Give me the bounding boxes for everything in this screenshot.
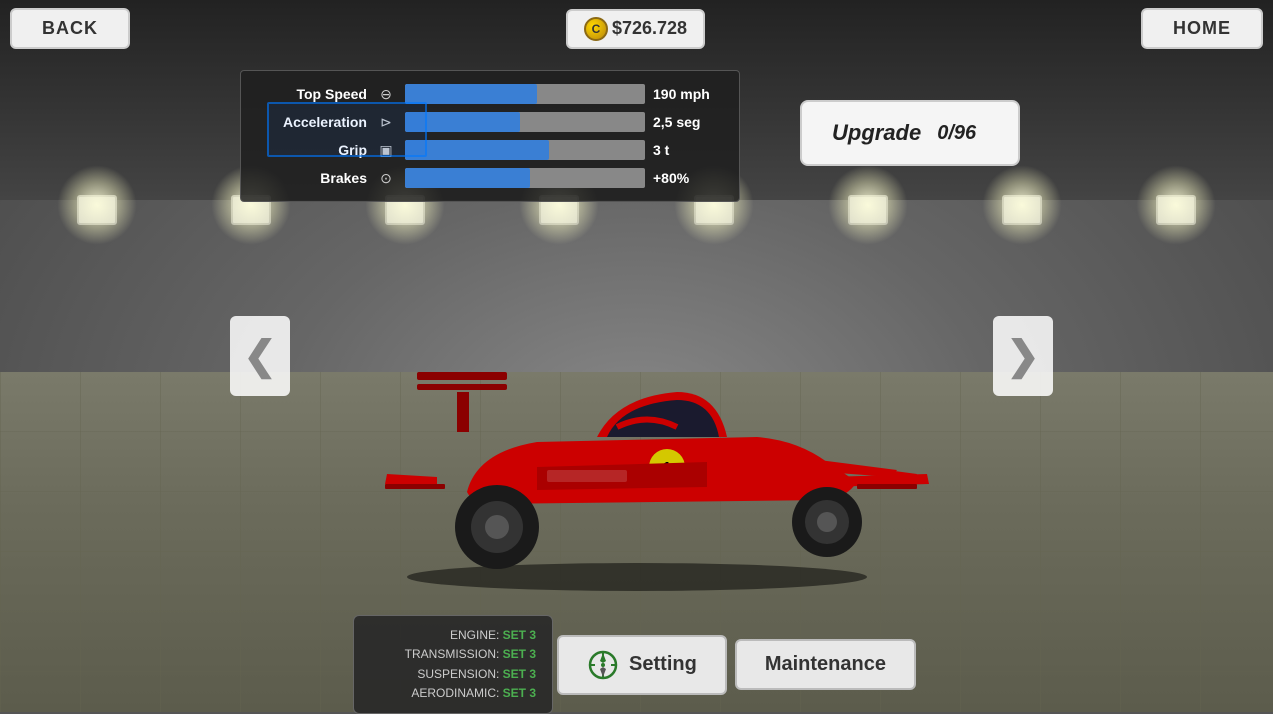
- next-arrow-icon: ❯: [1006, 333, 1040, 379]
- spotlight-1: [67, 195, 127, 255]
- top-speed-value: 190 mph: [653, 86, 723, 102]
- brakes-label: Brakes: [257, 170, 367, 186]
- f1-car-svg: 1: [337, 312, 937, 592]
- compass-icon: [587, 649, 619, 681]
- upgrade-label: Upgrade: [832, 120, 921, 146]
- top-speed-fill: [405, 84, 537, 104]
- car-settings-info: ENGINE: SET 3 TRANSMISSION: SET 3 SUSPEN…: [353, 615, 553, 714]
- spotlight-row: [0, 195, 1273, 255]
- stat-row-grip: Grip ▣ 3 t: [257, 139, 723, 161]
- currency-display: C $726.728: [566, 9, 705, 49]
- setting-button[interactable]: Setting: [557, 635, 727, 695]
- spotlight-3: [375, 195, 435, 255]
- acceleration-value: 2,5 seg: [653, 114, 723, 130]
- acceleration-fill: [405, 112, 520, 132]
- grip-fill: [405, 140, 549, 160]
- stat-row-acceleration: Acceleration ⊳ 2,5 seg: [257, 111, 723, 133]
- prev-arrow-icon: ❮: [243, 333, 277, 379]
- suspension-setting: SUSPENSION: SET 3: [370, 665, 536, 684]
- acceleration-icon: ⊳: [375, 111, 397, 133]
- acceleration-label: Acceleration: [257, 114, 367, 130]
- engine-setting: ENGINE: SET 3: [370, 626, 536, 645]
- top-bar: BACK C $726.728 HOME: [0, 8, 1273, 49]
- top-speed-label: Top Speed: [257, 86, 367, 102]
- spotlight-6: [838, 195, 898, 255]
- upgrade-button[interactable]: Upgrade 0/96: [800, 100, 1020, 166]
- spotlight-5: [684, 195, 744, 255]
- setting-label: Setting: [629, 653, 697, 676]
- top-speed-icon: ⊖: [375, 83, 397, 105]
- spotlight-glow-8: [1136, 165, 1216, 245]
- upgrade-count: 0/96: [937, 122, 976, 145]
- spotlight-glow-7: [982, 165, 1062, 245]
- back-button[interactable]: BACK: [10, 8, 130, 49]
- top-speed-bar: [405, 84, 645, 104]
- grip-bar: [405, 140, 645, 160]
- spotlight-2: [221, 195, 281, 255]
- brakes-icon: ⊙: [375, 167, 397, 189]
- home-button[interactable]: HOME: [1141, 8, 1263, 49]
- coin-icon: C: [584, 17, 608, 41]
- spotlight-8: [1146, 195, 1206, 255]
- spotlight-7: [992, 195, 1052, 255]
- stat-row-brakes: Brakes ⊙ +80%: [257, 167, 723, 189]
- bottom-panel: ENGINE: SET 3 TRANSMISSION: SET 3 SUSPEN…: [0, 622, 1273, 712]
- prev-car-button[interactable]: ❮: [230, 316, 290, 396]
- stats-panel: Top Speed ⊖ 190 mph Acceleration ⊳ 2,5 s…: [240, 70, 740, 202]
- brakes-bar: [405, 168, 645, 188]
- brakes-fill: [405, 168, 530, 188]
- transmission-setting: TRANSMISSION: SET 3: [370, 645, 536, 664]
- acceleration-bar: [405, 112, 645, 132]
- grip-value: 3 t: [653, 142, 723, 158]
- next-car-button[interactable]: ❯: [993, 316, 1053, 396]
- aerodinamic-setting: AERODINAMIC: SET 3: [370, 684, 536, 703]
- spotlight-glow-1: [57, 165, 137, 245]
- grip-icon: ▣: [375, 139, 397, 161]
- spotlight-glow-6: [828, 165, 908, 245]
- spotlight-4: [529, 195, 589, 255]
- currency-value: $726.728: [612, 18, 687, 39]
- brakes-value: +80%: [653, 170, 723, 186]
- maintenance-button[interactable]: Maintenance: [735, 639, 916, 690]
- car-shadow: [407, 563, 867, 591]
- stat-row-top-speed: Top Speed ⊖ 190 mph: [257, 83, 723, 105]
- car-display: 1: [337, 312, 937, 592]
- grip-label: Grip: [257, 142, 367, 158]
